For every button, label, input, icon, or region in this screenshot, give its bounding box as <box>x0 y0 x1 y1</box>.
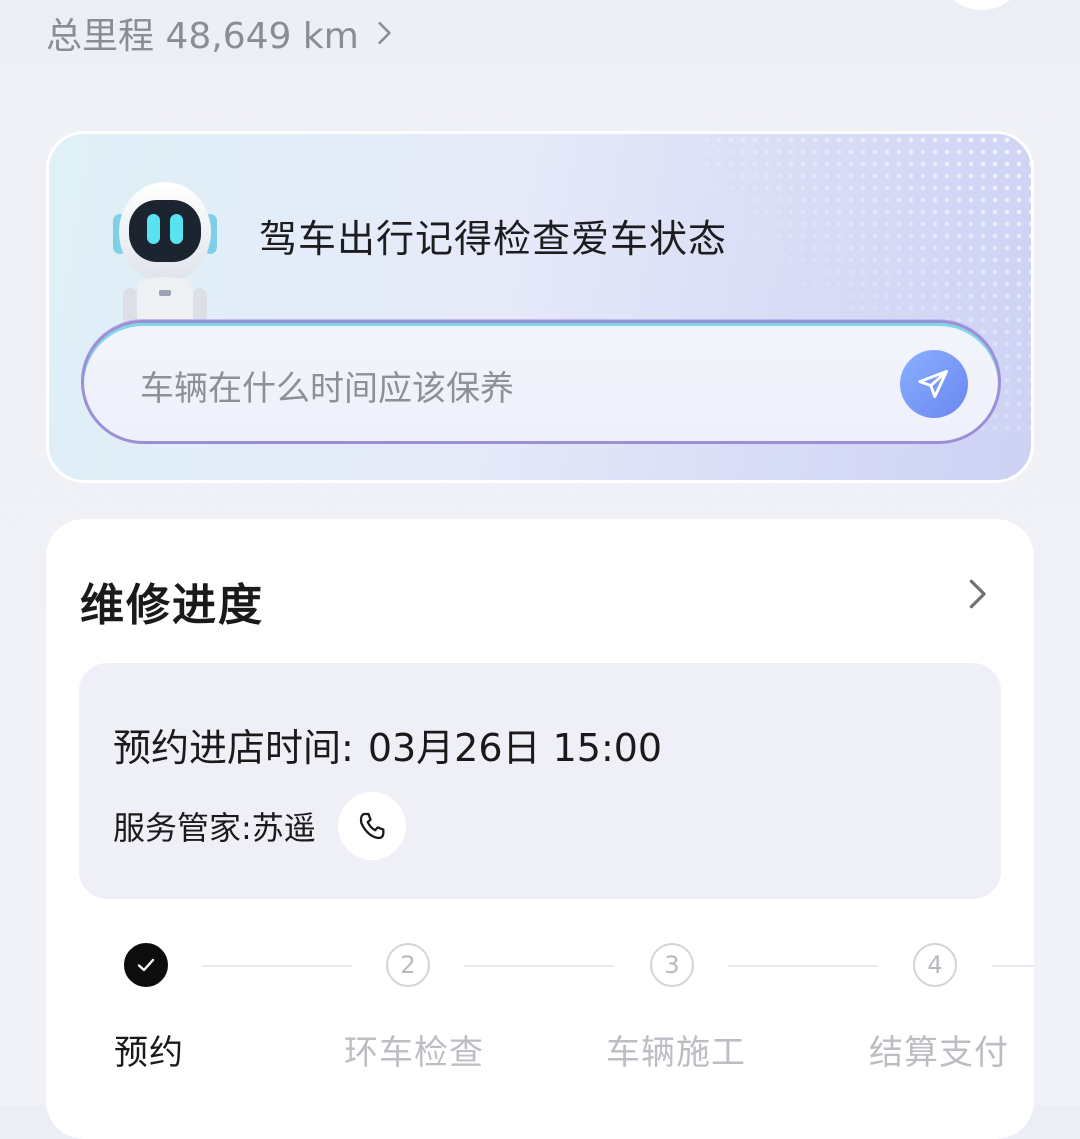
chevron-right-icon <box>378 21 391 45</box>
robot-mascot-icon <box>113 182 217 326</box>
ai-assistant-card: 驾车出行记得检查爱车状态 车辆在什么时间应该保养 <box>46 131 1034 483</box>
repair-progress-title: 维修进度 <box>80 580 264 631</box>
step-label: 预约 <box>114 1033 184 1073</box>
appointment-label: 预约进店时间: <box>113 726 354 770</box>
step-connector <box>464 965 614 967</box>
step-connector <box>202 965 352 967</box>
step-label: 环车检查 <box>344 1033 484 1073</box>
appointment-time-line: 预约进店时间: 03月26日 15:00 <box>113 717 662 772</box>
total-mileage-link[interactable]: 总里程 48,649 km <box>46 8 397 58</box>
step-connector <box>728 965 878 967</box>
repair-progress-card: 维修进度 预约进店时间: 03月26日 15:00 服务管家:苏遥 预约 2 环… <box>46 519 1034 1139</box>
step-number: 4 <box>913 943 957 987</box>
step-number: 3 <box>650 943 694 987</box>
call-butler-button[interactable] <box>337 792 406 860</box>
service-butler-line: 服务管家:苏遥 <box>113 791 406 861</box>
check-icon <box>137 958 155 972</box>
chevron-right-icon <box>969 579 986 609</box>
repair-progress-header[interactable]: 维修进度 <box>80 565 994 631</box>
step-connector <box>992 965 1034 967</box>
send-icon <box>918 369 949 399</box>
phone-icon <box>359 812 385 840</box>
ai-prompt-title: 驾车出行记得检查爱车状态 <box>259 217 728 261</box>
ai-question-input[interactable]: 车辆在什么时间应该保养 <box>81 320 1001 444</box>
total-mileage-text: 总里程 48,649 km <box>46 16 359 57</box>
step-label: 结算支付 <box>869 1033 1009 1073</box>
step-number: 2 <box>386 943 430 987</box>
step-done-indicator <box>124 943 168 987</box>
repair-steps: 预约 2 环车检查 3 车辆施工 4 结算支付 <box>46 929 1034 1073</box>
ai-question-placeholder: 车辆在什么时间应该保养 <box>140 369 514 409</box>
service-butler-text: 服务管家:苏遥 <box>113 809 316 847</box>
send-button[interactable] <box>900 350 968 418</box>
appointment-info-box: 预约进店时间: 03月26日 15:00 服务管家:苏遥 <box>79 663 1001 899</box>
step-label: 车辆施工 <box>606 1033 746 1073</box>
appointment-value: 03月26日 15:00 <box>367 726 663 770</box>
avatar[interactable] <box>942 0 1022 10</box>
